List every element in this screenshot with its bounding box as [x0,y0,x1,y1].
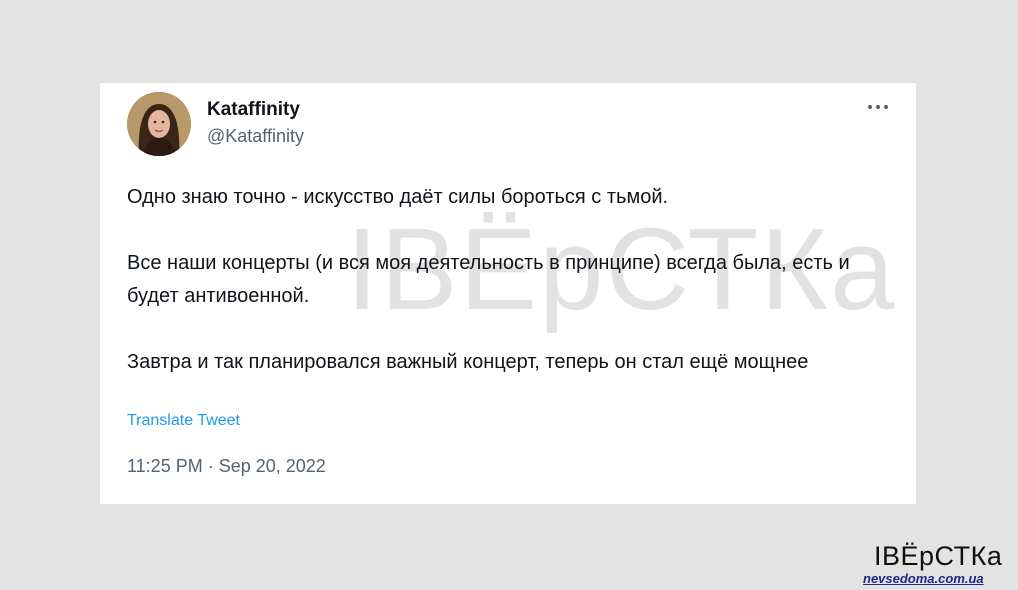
screenshot-stage: IВЁрСТКа Kataffinity @Kataffinity Одно з… [0,0,1018,590]
author-avatar[interactable] [127,92,191,156]
tweet-timestamp[interactable]: 11:25 PM · Sep 20, 2022 [127,456,326,477]
tweet-paragraph: Одно знаю точно - искусство даёт силы бо… [127,186,669,208]
brand-logo: IВЁрСТКа [874,541,1003,571]
more-options-icon [868,105,888,109]
tweet-text: Одно знаю точно - искусство даёт силы бо… [127,181,897,379]
tweet-card: IВЁрСТКа Kataffinity @Kataffinity Одно з… [100,83,916,504]
more-options-button[interactable] [866,95,890,119]
tweet-paragraph: Завтра и так планировался важный концерт… [127,351,809,373]
translate-tweet-link[interactable]: Translate Tweet [127,412,240,430]
source-url-watermark: nevsedoma.com.ua [863,571,984,586]
author-handle[interactable]: @Kataffinity [207,126,304,147]
profile-photo-icon [127,92,191,156]
author-name[interactable]: Kataffinity [207,99,300,121]
tweet-paragraph: Все наши концерты (и вся моя деятельност… [127,252,850,307]
